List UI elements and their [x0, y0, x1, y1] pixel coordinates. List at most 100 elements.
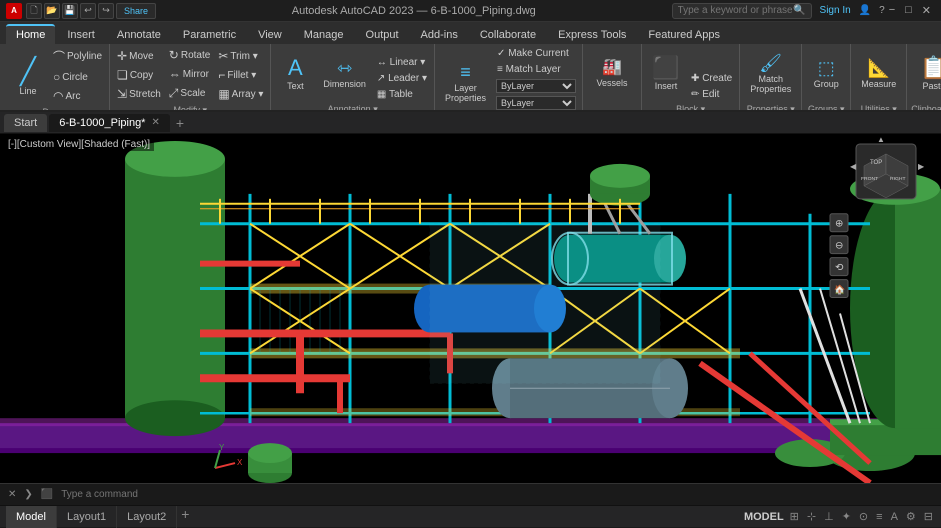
circle-button[interactable]: ○ Circle [50, 68, 105, 86]
doc-tab-piping[interactable]: 6-B-1000_Piping* ✕ [49, 114, 170, 132]
undo-button[interactable]: ↩ [80, 3, 96, 19]
search-box[interactable]: 🔍 [672, 3, 812, 19]
svg-text:Y: Y [219, 443, 225, 452]
workspace-toggle[interactable]: ⚙ [904, 510, 918, 523]
measure-icon: 📐 [868, 59, 890, 77]
move-button[interactable]: ✛ Move [114, 47, 164, 65]
make-current-button[interactable]: ✓ Make Current [494, 46, 578, 61]
close-button[interactable]: ✕ [918, 4, 935, 17]
rotate-button[interactable]: ↻ Rotate [166, 46, 214, 64]
dimension-button[interactable]: ⇿ Dimension [317, 46, 372, 102]
minimize-button[interactable]: − [885, 4, 899, 17]
ortho-toggle[interactable]: ⊥ [822, 510, 836, 523]
paste-button[interactable]: 📋 Paste [914, 46, 941, 102]
redo-button[interactable]: ↪ [98, 3, 114, 19]
command-icon3[interactable]: ⬛ [37, 489, 57, 500]
tab-manage[interactable]: Manage [294, 26, 354, 44]
tab-collaborate[interactable]: Collaborate [470, 26, 546, 44]
view-nav-right: ▶ [918, 162, 925, 171]
search-input[interactable] [678, 5, 794, 16]
share-button[interactable]: Share [116, 3, 156, 19]
open-button[interactable]: 📂 [44, 3, 60, 19]
tab-addins[interactable]: Add-ins [411, 26, 468, 44]
properties-tools: 🖌 MatchProperties [744, 46, 797, 102]
arc-button[interactable]: ◠ Arc [50, 87, 105, 105]
leader-button[interactable]: ↗ Leader ▾ [374, 71, 430, 86]
group-button[interactable]: ⬚ Group [806, 46, 846, 102]
tab-home[interactable]: Home [6, 24, 55, 44]
view-nav-left: ◀ [850, 162, 857, 171]
text-button[interactable]: A Text [275, 46, 315, 102]
polyline-button[interactable]: ⌒ Polyline [50, 46, 105, 67]
array-icon: ▦ [218, 87, 229, 101]
utilities-tools: 📐 Measure [855, 46, 902, 102]
tab-parametric[interactable]: Parametric [173, 26, 246, 44]
svg-text:TOP: TOP [870, 160, 882, 166]
snap-toggle[interactable]: ⊹ [805, 510, 818, 523]
ui-toggle[interactable]: ⊟ [922, 510, 935, 523]
line-button[interactable]: ╱ Line [8, 49, 48, 105]
scale-button[interactable]: ⤢ Scale [166, 84, 214, 103]
command-input[interactable] [57, 489, 937, 500]
array-button[interactable]: ▦ Array ▾ [215, 85, 266, 103]
tab-view[interactable]: View [248, 26, 292, 44]
svg-text:X: X [237, 458, 243, 467]
table-button[interactable]: ▦ Table [374, 87, 430, 102]
green-tank-left-bottom [125, 400, 225, 436]
match-layer-button[interactable]: ≡ Match Layer [494, 62, 578, 77]
measure-button[interactable]: 📐 Measure [855, 46, 902, 102]
copy-button[interactable]: ❏ Copy [114, 66, 164, 84]
svg-text:⊖: ⊖ [835, 241, 843, 252]
polar-toggle[interactable]: ✦ [840, 510, 853, 523]
viewcube[interactable]: TOP FRONT RIGHT [856, 144, 916, 199]
trim-button[interactable]: ✂ Trim ▾ [215, 47, 266, 65]
mirror-button[interactable]: ⇔ Mirror [166, 65, 214, 83]
cad-scene[interactable]: X Y TOP FRONT RIGHT ▲ ◀ ▶ ⊕ ⊖ ⟲ 🏠 [0, 134, 941, 483]
command-icon1[interactable]: ✕ [4, 489, 20, 500]
viewport[interactable]: [-][Custom View][Shaded (Fast)] [0, 134, 941, 483]
insert-button[interactable]: ⬛ Insert [646, 46, 686, 102]
create-button[interactable]: ✚ Create [688, 71, 735, 86]
ribbon-group-utilities: 📐 Measure Utilities ▾ [851, 44, 907, 110]
tab-annotate[interactable]: Annotate [107, 26, 171, 44]
model-tab-model[interactable]: Model [6, 506, 57, 528]
sign-in-button[interactable]: Sign In [820, 5, 851, 16]
user-icon[interactable]: 👤 [859, 5, 871, 16]
tab-output[interactable]: Output [356, 26, 409, 44]
model-tab-layout1[interactable]: Layout1 [57, 506, 117, 528]
add-layout-button[interactable]: + [177, 506, 193, 528]
edit-button[interactable]: ✏ Edit [688, 87, 735, 102]
layer-select[interactable]: ByLayer [496, 79, 576, 93]
draw-col: ⌒ Polyline ○ Circle ◠ Arc [50, 46, 105, 105]
linear-button[interactable]: ↔ Linear ▾ [374, 55, 430, 70]
layer-select2[interactable]: ByLayer [496, 96, 576, 110]
layer-properties-button[interactable]: ≡ LayerProperties [439, 55, 492, 111]
fillet-icon: ⌐ [218, 68, 225, 82]
scale-icon: ⤢ [169, 86, 179, 101]
fillet-button[interactable]: ⌐ Fillet ▾ [215, 66, 266, 84]
vessels-button[interactable]: 🏭 Vessels [587, 46, 637, 102]
tab-express[interactable]: Express Tools [548, 26, 636, 44]
utilities-group-label: Utilities ▾ [861, 102, 897, 112]
svg-text:⊕: ⊕ [835, 219, 843, 230]
doc-tab-start[interactable]: Start [4, 114, 47, 132]
grid-toggle[interactable]: ⊞ [788, 510, 801, 523]
stretch-button[interactable]: ⇲ Stretch [114, 85, 164, 103]
dimension-icon: ⇿ [337, 59, 352, 77]
lineweight-toggle[interactable]: ≡ [874, 511, 884, 523]
osnap-toggle[interactable]: ⊙ [857, 510, 870, 523]
annotation-toggle[interactable]: A [889, 511, 900, 523]
doc-tab-close[interactable]: ✕ [151, 117, 159, 128]
add-tab-button[interactable]: + [172, 115, 188, 131]
model-tab-layout2[interactable]: Layout2 [117, 506, 177, 528]
restore-button[interactable]: □ [901, 4, 916, 17]
tab-featured[interactable]: Featured Apps [638, 26, 730, 44]
new-button[interactable]: 🗋 [26, 3, 42, 19]
ribbon-group-draw: ╱ Line ⌒ Polyline ○ Circle ◠ Arc Draw ▾ [4, 44, 110, 110]
command-icon2[interactable]: ❯ [20, 489, 36, 500]
title-bar-left: A 🗋 📂 💾 ↩ ↪ Share [6, 3, 156, 19]
copy-icon: ❏ [117, 68, 128, 82]
save-button[interactable]: 💾 [62, 3, 78, 19]
tab-insert[interactable]: Insert [57, 26, 105, 44]
match-properties-button[interactable]: 🖌 MatchProperties [744, 46, 797, 102]
